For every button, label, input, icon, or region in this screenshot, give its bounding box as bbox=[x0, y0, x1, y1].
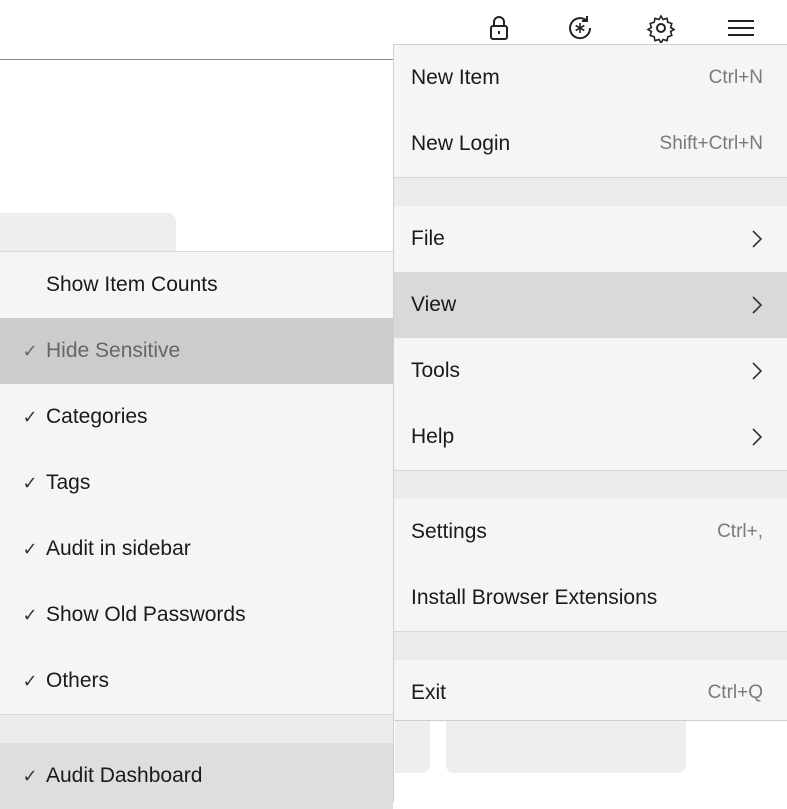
view-submenu: Show Item Counts ✓ Hide Sensitive ✓ Cate… bbox=[0, 251, 394, 809]
refresh-star-icon[interactable] bbox=[560, 8, 600, 48]
menu-item-label: New Item bbox=[411, 66, 500, 89]
submenu-item-label: Audit in sidebar bbox=[46, 537, 191, 560]
gear-icon[interactable] bbox=[641, 8, 681, 48]
submenu-item-label: Hide Sensitive bbox=[46, 339, 181, 362]
submenu-item-label: Show Old Passwords bbox=[46, 603, 246, 626]
submenu-item-audit-dashboard[interactable]: ✓ Audit Dashboard bbox=[0, 743, 393, 809]
menu-item-label: Exit bbox=[411, 681, 447, 704]
menu-item-label: Install Browser Extensions bbox=[411, 586, 658, 609]
main-menu: New Item Ctrl+N New Login Shift+Ctrl+N F… bbox=[393, 44, 787, 721]
menu-item-new-login[interactable]: New Login Shift+Ctrl+N bbox=[394, 111, 787, 177]
submenu-item-label: Audit Dashboard bbox=[46, 764, 203, 787]
submenu-item-hide-sensitive[interactable]: ✓ Hide Sensitive bbox=[0, 318, 393, 384]
menu-separator bbox=[394, 631, 787, 660]
menu-item-exit[interactable]: Exit Ctrl+Q bbox=[394, 660, 787, 726]
submenu-item-categories[interactable]: ✓ Categories bbox=[0, 384, 393, 450]
submenu-separator bbox=[0, 714, 393, 743]
menu-separator bbox=[394, 470, 787, 499]
menu-item-label: Help bbox=[411, 425, 455, 448]
chevron-right-icon bbox=[752, 428, 763, 446]
submenu-item-show-old-passwords[interactable]: ✓ Show Old Passwords bbox=[0, 582, 393, 648]
check-icon: ✓ bbox=[22, 604, 38, 625]
chevron-right-icon bbox=[752, 296, 763, 314]
hamburger-icon[interactable] bbox=[721, 8, 761, 48]
check-icon: ✓ bbox=[22, 406, 38, 427]
menu-item-label: View bbox=[411, 293, 457, 316]
menu-item-label: File bbox=[411, 227, 445, 250]
menu-item-label: New Login bbox=[411, 132, 511, 155]
menu-item-tools[interactable]: Tools bbox=[394, 338, 787, 404]
background-tab bbox=[0, 213, 176, 253]
submenu-item-others[interactable]: ✓ Others bbox=[0, 648, 393, 714]
menu-item-shortcut: Ctrl+N bbox=[708, 67, 763, 88]
menu-item-help[interactable]: Help bbox=[394, 404, 787, 470]
check-icon: ✓ bbox=[22, 340, 38, 361]
menu-item-label: Settings bbox=[411, 520, 487, 543]
menu-item-file[interactable]: File bbox=[394, 206, 787, 272]
submenu-item-label: Categories bbox=[46, 405, 148, 428]
menu-separator bbox=[394, 177, 787, 206]
chevron-right-icon bbox=[752, 362, 763, 380]
menu-item-install-browser-extensions[interactable]: Install Browser Extensions bbox=[394, 565, 787, 631]
menu-item-shortcut: Shift+Ctrl+N bbox=[659, 133, 763, 154]
submenu-item-label: Tags bbox=[46, 471, 91, 494]
menu-item-view[interactable]: View bbox=[394, 272, 787, 338]
check-icon: ✓ bbox=[22, 765, 38, 786]
menu-item-new-item[interactable]: New Item Ctrl+N bbox=[394, 45, 787, 111]
menu-item-shortcut: Ctrl+Q bbox=[707, 682, 763, 703]
menu-item-label: Tools bbox=[411, 359, 461, 382]
check-icon: ✓ bbox=[22, 670, 38, 691]
submenu-item-audit-in-sidebar[interactable]: ✓ Audit in sidebar bbox=[0, 516, 393, 582]
chevron-right-icon bbox=[752, 230, 763, 248]
submenu-item-show-item-counts[interactable]: Show Item Counts bbox=[0, 252, 393, 318]
submenu-item-label: Others bbox=[46, 669, 110, 692]
menu-item-settings[interactable]: Settings Ctrl+, bbox=[394, 499, 787, 565]
check-icon: ✓ bbox=[22, 538, 38, 559]
submenu-item-label: Show Item Counts bbox=[46, 273, 218, 296]
submenu-item-tags[interactable]: ✓ Tags bbox=[0, 450, 393, 516]
lock-icon[interactable] bbox=[479, 8, 519, 48]
menu-item-shortcut: Ctrl+, bbox=[717, 521, 763, 542]
check-icon: ✓ bbox=[22, 472, 38, 493]
